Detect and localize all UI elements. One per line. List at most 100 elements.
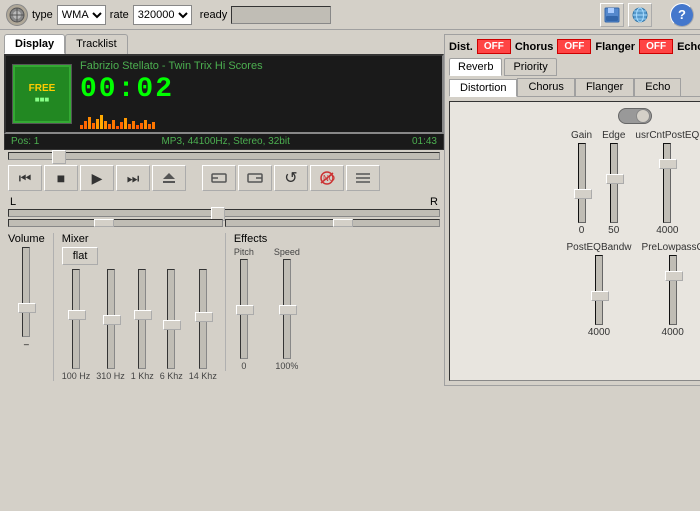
- app-icon: [6, 4, 28, 26]
- dist-toggle[interactable]: OFF: [477, 39, 511, 54]
- equalizer-button[interactable]: [346, 165, 380, 191]
- posteq-label: PostEQBandw: [566, 242, 631, 253]
- eq-track-left[interactable]: [8, 219, 223, 227]
- inner-tab-echo[interactable]: Echo: [634, 78, 681, 96]
- format-select[interactable]: WMAMP3OGG: [57, 5, 106, 25]
- gain-fader[interactable]: [578, 143, 586, 223]
- gain-label: Gain: [571, 130, 592, 141]
- rewind-button[interactable]: ⏮: [8, 165, 42, 191]
- seek-thumb[interactable]: [52, 150, 66, 164]
- volume-thumb[interactable]: [18, 303, 36, 313]
- tab-reverb[interactable]: Reverb: [449, 58, 502, 76]
- chorus-label: Chorus: [515, 41, 554, 53]
- mixer-fader-track-2[interactable]: [107, 269, 115, 369]
- play-button[interactable]: ▶: [80, 165, 114, 191]
- mixer-band-1: 100 Hz: [62, 371, 91, 381]
- eq-thumb-right[interactable]: [333, 219, 353, 227]
- echo-label: Echo: [677, 41, 700, 53]
- flanger-label: Flanger: [595, 41, 635, 53]
- distortion-toggle-switch[interactable]: [618, 108, 652, 124]
- edge-fader[interactable]: [610, 143, 618, 223]
- speed-value: 100%: [275, 361, 298, 371]
- inner-tab-flanger[interactable]: Flanger: [575, 78, 634, 96]
- seek-track[interactable]: [8, 152, 440, 160]
- pitch-fader[interactable]: [240, 259, 248, 359]
- spectrum-bars: [80, 109, 436, 129]
- usr-value: 4000: [656, 225, 678, 236]
- param-row-2: PostEQBandw 4000 PreLowpassC 4000: [456, 242, 700, 338]
- balance-track[interactable]: [8, 209, 440, 217]
- repeat-button[interactable]: ↺: [274, 165, 308, 191]
- volume-section: Volume –: [8, 233, 45, 357]
- tab-priority[interactable]: Priority: [504, 58, 556, 76]
- time-display: 00:02: [80, 74, 436, 105]
- param-row-1: Gain 0 Edge 50 usrCntPostEQ: [456, 130, 700, 236]
- prelowpass-thumb[interactable]: [665, 271, 683, 281]
- prelowpass-fader[interactable]: [669, 255, 677, 325]
- status-text: ready: [200, 9, 228, 21]
- bottom-section: Volume – Mixer flat 100 Hz: [4, 229, 444, 385]
- mixer-fader-5: 14 Khz: [189, 269, 217, 381]
- ab-end-button[interactable]: [238, 165, 272, 191]
- mixer-fader-thumb-3[interactable]: [134, 310, 152, 320]
- speed-thumb[interactable]: [279, 305, 297, 315]
- stop-button[interactable]: ■: [44, 165, 78, 191]
- param-prelowpass: PreLowpassC 4000: [642, 242, 700, 338]
- network-button[interactable]: [628, 3, 652, 27]
- inner-tab-chorus[interactable]: Chorus: [517, 78, 574, 96]
- pitch-thumb[interactable]: [236, 305, 254, 315]
- chorus-toggle[interactable]: OFF: [557, 39, 591, 54]
- mixer-section: Mixer flat 100 Hz 310 Hz: [53, 233, 217, 381]
- mixer-fader-track-5[interactable]: [199, 269, 207, 369]
- posteq-thumb[interactable]: [591, 291, 609, 301]
- mixer-fader-track-1[interactable]: [72, 269, 80, 369]
- ab-start-button[interactable]: [202, 165, 236, 191]
- mixer-fader-thumb-1[interactable]: [68, 310, 86, 320]
- left-label: L: [10, 196, 16, 208]
- flanger-toggle[interactable]: OFF: [639, 39, 673, 54]
- eq-track-right[interactable]: [225, 219, 440, 227]
- param-edge: Edge 50: [602, 130, 625, 236]
- mixer-fader-thumb-2[interactable]: [103, 315, 121, 325]
- mixer-fader-2: 310 Hz: [96, 269, 125, 381]
- edge-thumb[interactable]: [606, 174, 624, 184]
- toggle-knob: [636, 109, 650, 123]
- tab-tracklist[interactable]: Tracklist: [65, 34, 128, 54]
- duration-text: 01:43: [412, 136, 437, 147]
- rate-select[interactable]: 320000192000128000: [133, 5, 192, 25]
- gain-thumb[interactable]: [574, 189, 592, 199]
- eject-button[interactable]: [152, 165, 186, 191]
- eq-thumb-left[interactable]: [94, 219, 114, 227]
- mixer-fader-thumb-5[interactable]: [195, 312, 213, 322]
- mixer-faders: 100 Hz 310 Hz 1 Khz: [62, 269, 217, 381]
- player-display: FREE ■■■ Fabrizio Stellato - Twin Trix H…: [4, 54, 444, 134]
- speed-fader[interactable]: [283, 259, 291, 359]
- posteq-fader[interactable]: [595, 255, 603, 325]
- usr-thumb[interactable]: [659, 159, 677, 169]
- mixer-band-3: 1 Khz: [131, 371, 154, 381]
- mixer-fader-track-3[interactable]: [138, 269, 146, 369]
- audio-info: MP3, 44100Hz, Stereo, 32bit: [161, 136, 289, 147]
- main-tabs: Display Tracklist: [4, 34, 444, 54]
- mixer-fader-thumb-4[interactable]: [163, 320, 181, 330]
- gain-value: 0: [579, 225, 585, 236]
- forward-button[interactable]: ⏭: [116, 165, 150, 191]
- save-button[interactable]: [600, 3, 624, 27]
- volume-fader[interactable]: [22, 247, 30, 337]
- seek-area: [4, 150, 444, 162]
- effects-label: Effects: [234, 233, 300, 245]
- flat-button[interactable]: flat: [62, 247, 99, 265]
- inner-tab-distortion[interactable]: Distortion: [449, 79, 517, 97]
- mixer-fader-track-4[interactable]: [167, 269, 175, 369]
- effects-section: Effects Pitch 0 Speed 100%: [225, 233, 300, 371]
- type-label: type: [32, 9, 53, 21]
- posteq-value: 4000: [588, 327, 610, 338]
- pitch-fader-col: Pitch 0: [234, 247, 254, 371]
- usr-fader[interactable]: [663, 143, 671, 223]
- help-button[interactable]: ?: [670, 3, 694, 27]
- dist-label: Dist.: [449, 41, 473, 53]
- edge-value: 50: [608, 225, 619, 236]
- tab-display[interactable]: Display: [4, 34, 65, 54]
- pitch-label: Pitch: [234, 247, 254, 257]
- mute-button[interactable]: NO: [310, 165, 344, 191]
